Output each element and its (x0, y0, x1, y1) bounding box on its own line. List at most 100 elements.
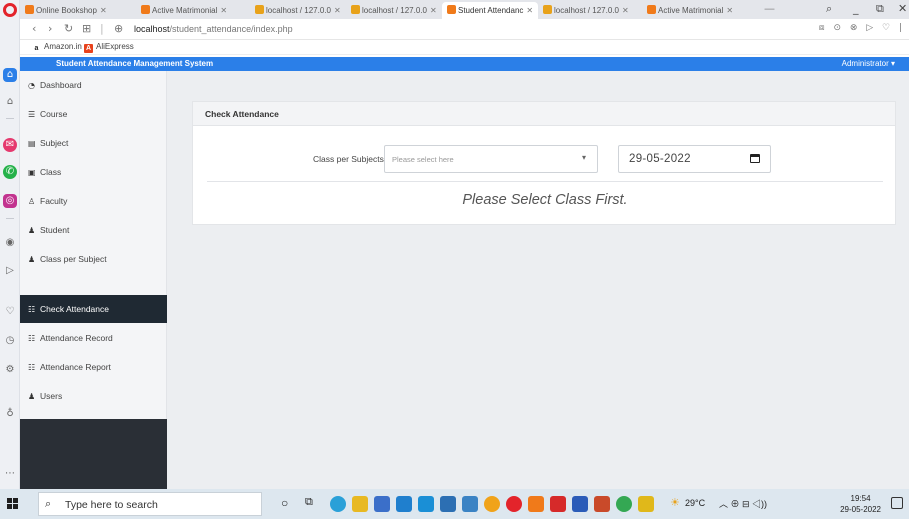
search-icon: ⌕ (45, 497, 52, 510)
bookmark-label: Amazon.in (44, 42, 82, 51)
checklist-icon: ☷ (28, 305, 36, 314)
browser-tab[interactable]: localhost / 127.0.0 ✕ (346, 2, 442, 19)
sidebar-item-class-per-subject[interactable]: ♟ Class per Subject (20, 245, 167, 273)
notification-icon[interactable] (891, 497, 903, 509)
speed-dial-icon[interactable]: ⌂ (3, 95, 17, 109)
system-tray-icons[interactable]: ︿ ⊕ ⊟ ◁)) (719, 497, 767, 510)
tab-close-icon[interactable]: ✕ (220, 6, 227, 15)
users-cog-icon: ♟ (28, 392, 36, 401)
task-view-icon[interactable]: ⧉ (305, 496, 313, 509)
class-per-subjects-label: Class per Subjects (313, 154, 384, 164)
sidebar-item-class[interactable]: ▣ Class (20, 158, 167, 186)
url-host: localhost (134, 24, 170, 34)
sidebar-item-label: Class (40, 167, 62, 177)
browser-tab[interactable]: Online Bookshop ✕ (20, 2, 136, 19)
mail-icon[interactable] (418, 496, 434, 512)
sidebar-item-label: Course (40, 109, 68, 119)
send-icon[interactable]: ▷ (3, 264, 17, 278)
tab-close-icon[interactable]: ✕ (430, 6, 437, 15)
taskbar-search-box[interactable]: ⌕ Type here to search (38, 492, 262, 516)
browser-tab[interactable]: localhost / 127.0.0 ✕ (538, 2, 642, 19)
edge-browser-icon[interactable] (330, 496, 346, 512)
calendar-icon[interactable] (750, 154, 760, 163)
opera-taskbar-icon[interactable] (506, 496, 522, 512)
restore-icon[interactable]: ⧉ (876, 2, 884, 16)
messenger-icon[interactable]: ✉ (3, 138, 17, 152)
sidebar-divider (6, 118, 14, 119)
tips-bulb-icon[interactable]: ♁ (3, 407, 17, 421)
home-icon[interactable]: ⌂ (3, 68, 17, 82)
reload-icon[interactable]: ↻ (64, 22, 73, 35)
sidebar-item-dashboard[interactable]: ◔ Dashboard (20, 71, 167, 99)
word-icon[interactable] (572, 496, 588, 512)
browser-tab[interactable]: Active Matrimonial ✕ (136, 2, 250, 19)
history-icon[interactable]: ◷ (3, 334, 17, 348)
sublime-text-icon[interactable] (638, 496, 654, 512)
music-player-icon[interactable]: ◉ (3, 236, 17, 250)
date-input[interactable]: 29-05-2022 (618, 145, 771, 173)
sidebar-item-label: Dashboard (40, 80, 82, 90)
cortana-icon[interactable]: ○ (281, 496, 288, 510)
browser-tab[interactable]: Active Matrimonial ✕ (642, 2, 754, 19)
app-icon-red[interactable] (550, 496, 566, 512)
back-icon[interactable]: ‹ (32, 22, 36, 35)
sidebar-item-course[interactable]: ☰ Course (20, 100, 167, 128)
app-icon-people[interactable] (440, 496, 456, 512)
app-icon-grid[interactable] (462, 496, 478, 512)
sidebar-item-attendance-report[interactable]: ☷ Attendance Report (20, 353, 167, 381)
minimize-icon[interactable]: _ (853, 2, 859, 15)
user-menu[interactable]: Administrator ▾ (842, 59, 895, 68)
tab-label: localhost / 127.0.0 (266, 6, 331, 15)
calendar-app-icon[interactable] (396, 496, 412, 512)
taskbar-clock[interactable]: 19:54 29-05-2022 (840, 493, 881, 515)
favorites-heart-icon[interactable]: ♡ (3, 305, 17, 319)
clock-date: 29-05-2022 (840, 505, 881, 514)
weather-icon[interactable]: ☀ (670, 496, 680, 509)
checklist-icon: ☷ (28, 334, 36, 343)
address-actions[interactable]: ⧈ ⊙ ⊗ ▷ ♡ | (819, 23, 905, 33)
tab-close-icon[interactable]: ✕ (334, 6, 341, 15)
sidebar-item-users[interactable]: ♟ Users (20, 382, 167, 410)
browser-tab[interactable]: localhost / 127.0.0 ✕ (250, 2, 346, 19)
more-dots-icon[interactable]: ⋯ (3, 467, 17, 481)
tabs-grid-icon[interactable]: ⊞ (82, 22, 91, 35)
instagram-icon[interactable]: ◎ (3, 194, 17, 208)
tab-close-icon[interactable]: ✕ (526, 6, 533, 15)
sidebar-item-attendance-record[interactable]: ☷ Attendance Record (20, 324, 167, 352)
sidebar-item-subject[interactable]: ▤ Subject (20, 129, 167, 157)
whatsapp-icon[interactable]: ✆ (3, 165, 17, 179)
app-icon-blue[interactable] (374, 496, 390, 512)
browser-tab-active[interactable]: Student Attendanc ✕ (442, 2, 538, 19)
book-icon: ▤ (28, 139, 36, 148)
chrome-icon[interactable] (616, 496, 632, 512)
tab-close-icon[interactable]: ✕ (726, 6, 733, 15)
sidebar-item-faculty[interactable]: ♙ Faculty (20, 187, 167, 215)
users-icon: ♟ (28, 226, 36, 235)
sidebar-item-student[interactable]: ♟ Student (20, 216, 167, 244)
tab-label: Active Matrimonial (658, 6, 724, 15)
opera-logo-icon[interactable] (3, 3, 17, 17)
app-icon-orange[interactable] (484, 496, 500, 512)
tab-close-icon[interactable]: ✕ (622, 6, 629, 15)
bookmark-amazon[interactable]: a Amazon.in (32, 42, 82, 53)
xampp-icon[interactable] (528, 496, 544, 512)
close-window-icon[interactable]: ✕ (898, 2, 907, 15)
site-info-icon[interactable]: ⊕ (114, 22, 123, 35)
sidebar-item-label: Student (40, 225, 70, 235)
weather-temp[interactable]: 29°C (685, 498, 705, 508)
browser-tab-bar: Online Bookshop ✕ Active Matrimonial ✕ loc… (20, 0, 909, 19)
sidebar-item-check-attendance[interactable]: ☷ Check Attendance (20, 295, 167, 323)
forward-icon[interactable]: › (48, 22, 52, 35)
users-icon: ♟ (28, 255, 36, 264)
tab-label: localhost / 127.0.0 (362, 6, 427, 15)
class-per-subjects-select[interactable]: Please select here ▾ (384, 145, 598, 173)
url-field[interactable]: localhost/student_attendance/index.php (134, 24, 293, 34)
tab-close-icon[interactable]: ✕ (100, 6, 107, 15)
windows-start-icon[interactable] (7, 498, 19, 510)
app-icon-multicolor[interactable] (594, 496, 610, 512)
tab-label: localhost / 127.0.0 (554, 6, 619, 15)
settings-gear-icon[interactable]: ⚙ (3, 363, 17, 377)
tab-search-icon[interactable]: ⌕ (826, 2, 832, 16)
bookmark-aliexpress[interactable]: A AliExpress (84, 42, 134, 53)
file-explorer-icon[interactable] (352, 496, 368, 512)
